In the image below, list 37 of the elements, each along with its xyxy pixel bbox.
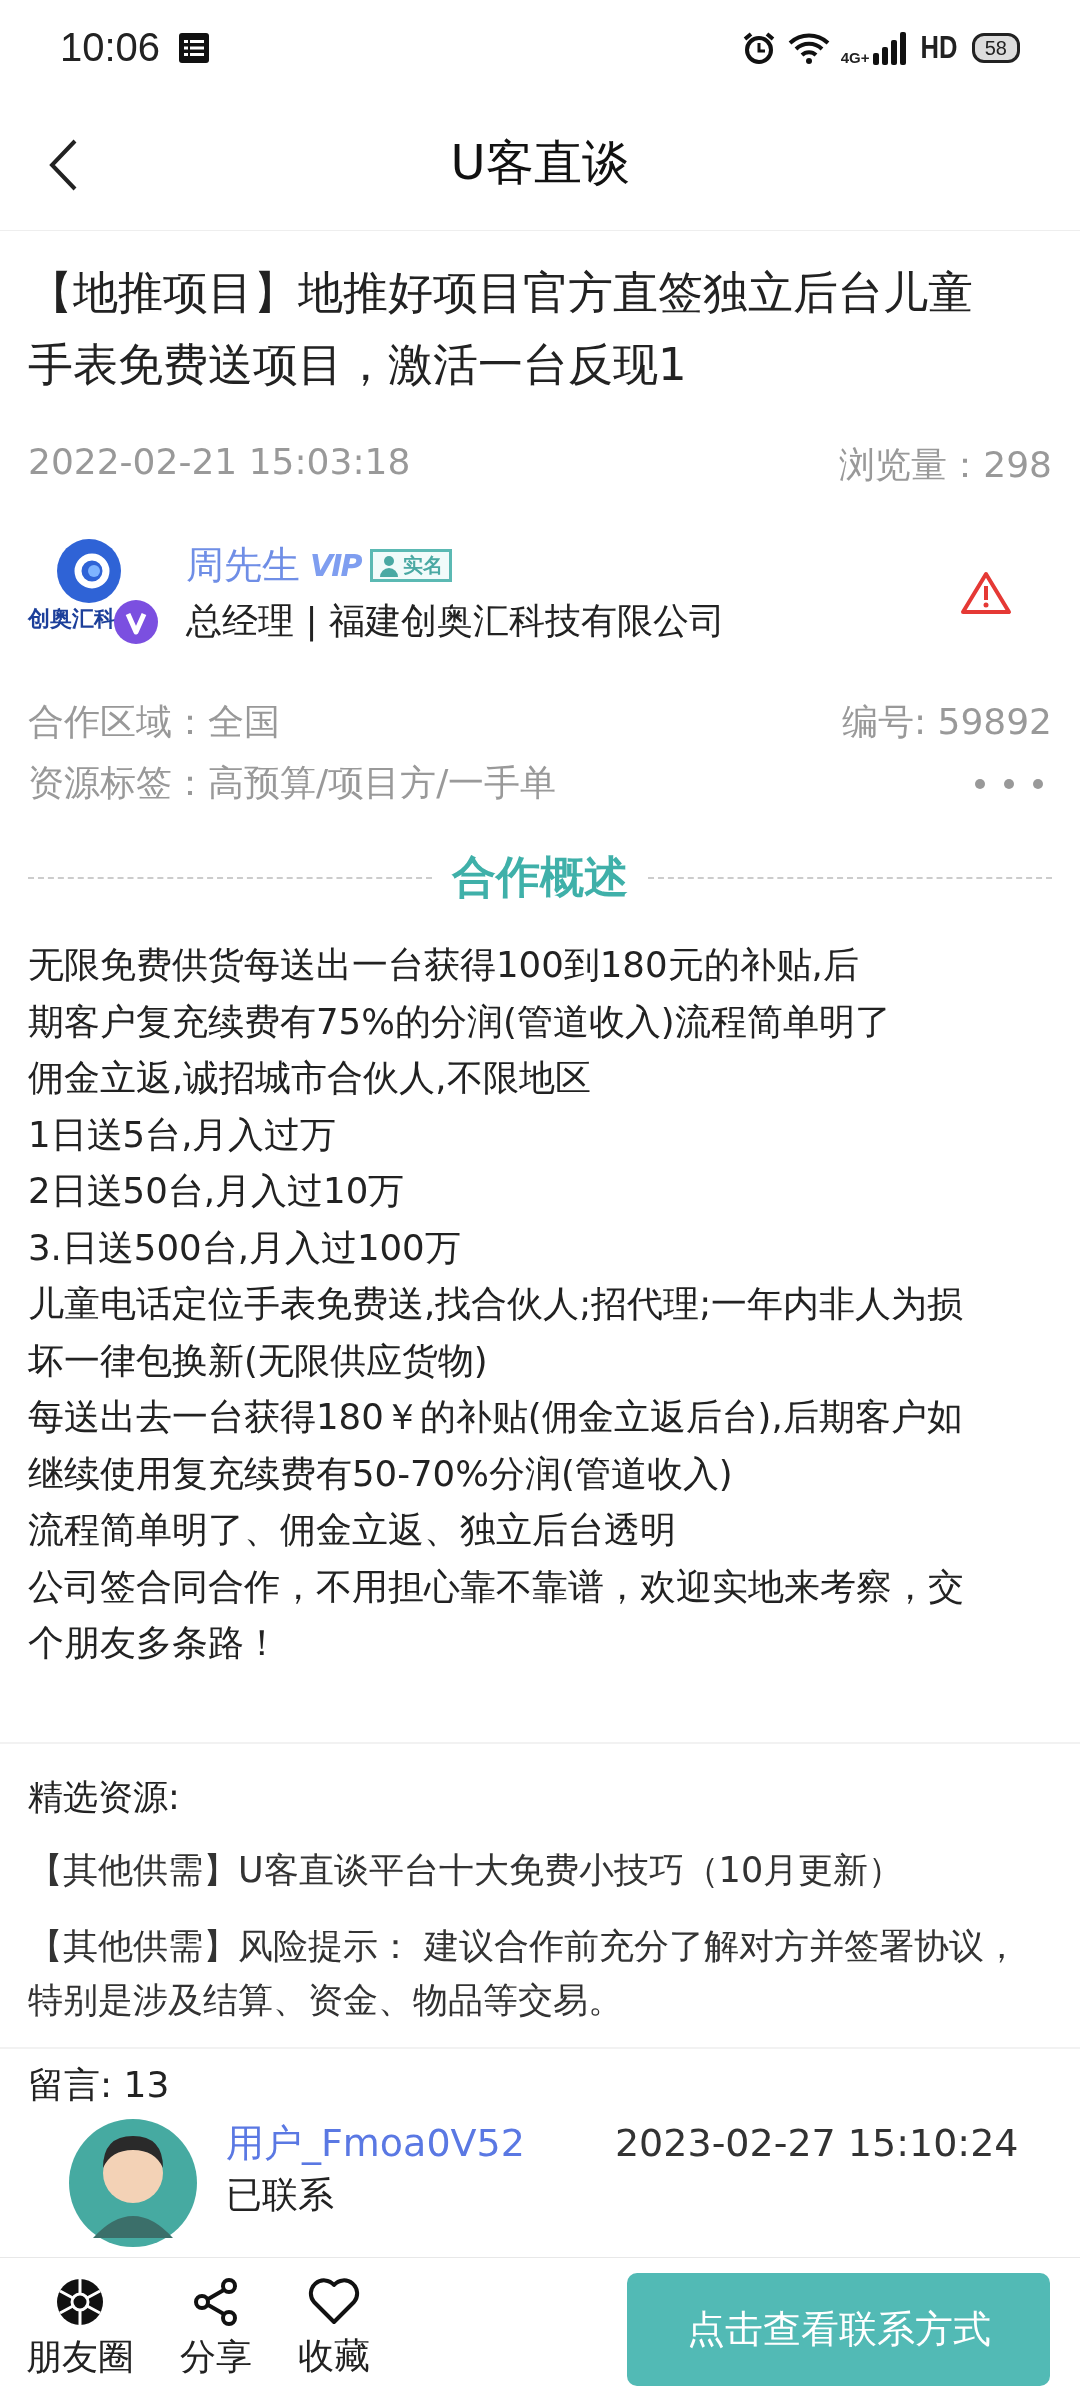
moments-button[interactable]: 朋友圈: [26, 2276, 134, 2382]
user-avatar-icon: [68, 2117, 198, 2248]
comment-time: 2023-02-27 15:10:24: [614, 2121, 1019, 2165]
description-text: 无限免费供货每送出一台获得100到180元的补贴,后 期客户复充续费有75%的分润(管道收入)流程简单明了 佣金立返,诚招城市合伙人,不限地区 1日送5台,月入过万 2日送50台,月入过10万 3.日送500台,月入过100万 儿童电话定位手表免费送,找合伙人;招代理;一年内非人为损 坏一律包换新(无限供应货物) 每送出去一台获得180￥的补贴(佣金立返后台),后期客户如 继续使用复充续费有50-70%分润(管道收入) 流程简单明了、佣金立返、独立后台透明 公司签合同合作，不用担心靠不靠谱，欢迎实地来考察，交 个朋友多条路！: [28, 943, 965, 1665]
battery-icon: 58: [971, 32, 1020, 63]
comment-text: 已联系: [226, 2172, 335, 2217]
post-title: 【地推项目】地推好项目官方直签独立后台儿童 手表免费送项目，激活一台反现1: [28, 265, 974, 393]
share-button[interactable]: 分享: [180, 2276, 252, 2382]
heart-icon: [308, 2277, 360, 2326]
featured-link[interactable]: 【其他供需】U客直谈平台十大免费小技巧（10月更新）: [28, 1842, 1052, 1897]
back-icon[interactable]: [48, 139, 78, 191]
more-icon[interactable]: [974, 777, 1044, 790]
company-logo-icon: [56, 538, 122, 604]
post-date: 2022-02-21 15:03:18: [28, 441, 411, 484]
comment-user[interactable]: 用户_Fmoa0V52: [226, 2117, 525, 2169]
featured-label: 精选资源:: [28, 1775, 181, 1819]
list-icon: [178, 31, 211, 64]
clock-time: 10:06: [60, 25, 161, 70]
author-role: 总经理 | 福建创奥汇科技有限公司: [186, 599, 726, 644]
post-number: 编号: 59892: [841, 700, 1052, 744]
verified-v-icon: [114, 600, 158, 644]
verified-badge: 实名: [370, 549, 453, 582]
aperture-icon: [55, 2276, 105, 2327]
featured-link[interactable]: 【其他供需】风险提示： 建议合作前充分了解对方并签署协议，特别是涉及结算、资金、物品等交易。: [28, 1918, 1052, 2027]
cooperation-area: 合作区域：全国: [28, 698, 280, 747]
warning-icon[interactable]: [960, 571, 1012, 615]
page-title: U客直谈: [450, 132, 630, 192]
signal-icon: [871, 30, 906, 65]
view-count: 浏览量：298: [839, 443, 1052, 487]
favorite-button[interactable]: 收藏: [298, 2277, 370, 2381]
section-heading: 合作概述: [452, 850, 628, 904]
hd-label: HD: [920, 29, 958, 66]
comment-count: 留言: 13: [28, 2062, 171, 2107]
network-type: 4G+: [840, 49, 870, 66]
resource-tags: 资源标签：高预算/项目方/一手单: [28, 759, 557, 808]
logo-text: 创奥汇科: [28, 605, 116, 633]
vip-label: VIP: [310, 548, 361, 583]
